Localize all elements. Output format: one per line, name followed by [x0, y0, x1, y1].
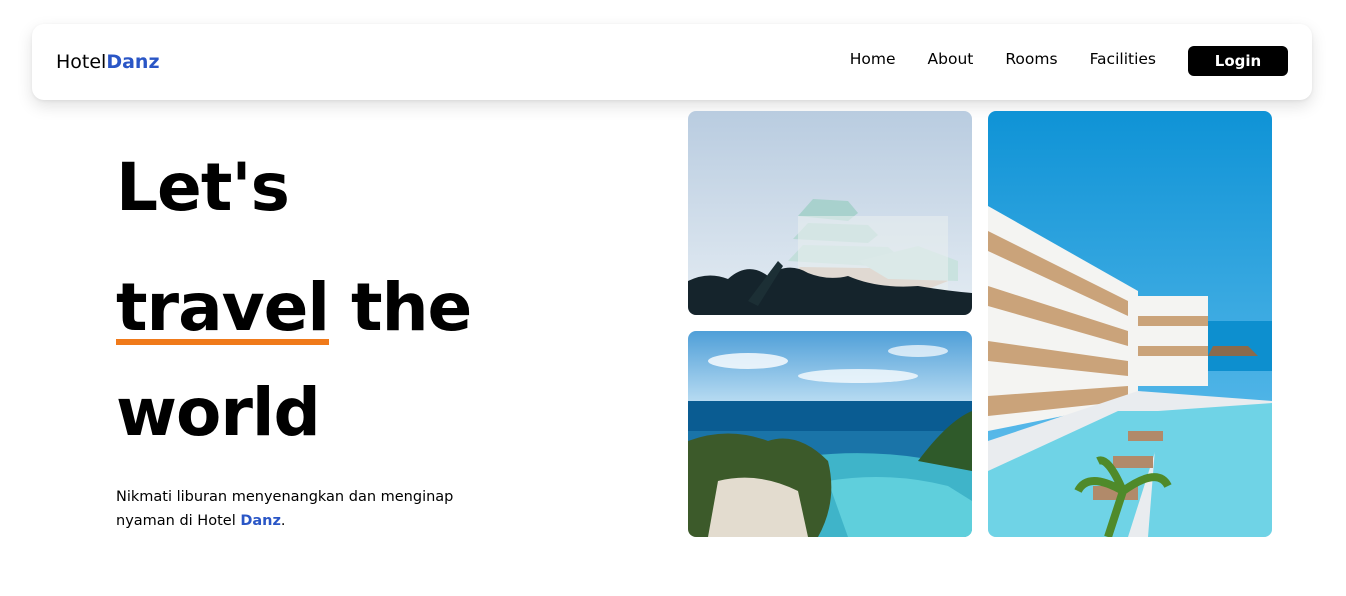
hero-line-1: Let's	[116, 149, 290, 226]
nav-home[interactable]: Home	[850, 50, 896, 68]
hotel-building-sky-photo	[688, 111, 972, 315]
description-suffix: .	[280, 512, 286, 529]
hero-line-2-rest: the	[329, 269, 472, 346]
hero-line-2: travel the	[116, 255, 472, 360]
description-accent: Danz	[240, 512, 281, 529]
hotel-pool-terrace-photo	[988, 111, 1272, 537]
resort-pool-ocean-photo	[688, 331, 972, 537]
hero-highlight-word: travel	[116, 269, 330, 346]
login-button[interactable]: Login	[1188, 46, 1288, 76]
nav-links: Home About Rooms Facilities	[850, 50, 1156, 68]
nav-about[interactable]: About	[928, 50, 974, 68]
hero-line-3: world	[116, 374, 321, 451]
hero-title: Let's travel the world	[116, 149, 472, 465]
brand-logo[interactable]: HotelDanz	[56, 51, 160, 73]
navbar: HotelDanz Home About Rooms Facilities Lo…	[32, 24, 1312, 100]
brand-prefix: Hotel	[56, 51, 107, 73]
nav-facilities[interactable]: Facilities	[1090, 50, 1156, 68]
brand-accent: Danz	[106, 51, 160, 73]
hero-description: Nikmati liburan menyenangkan dan mengina…	[116, 485, 476, 533]
nav-rooms[interactable]: Rooms	[1005, 50, 1057, 68]
